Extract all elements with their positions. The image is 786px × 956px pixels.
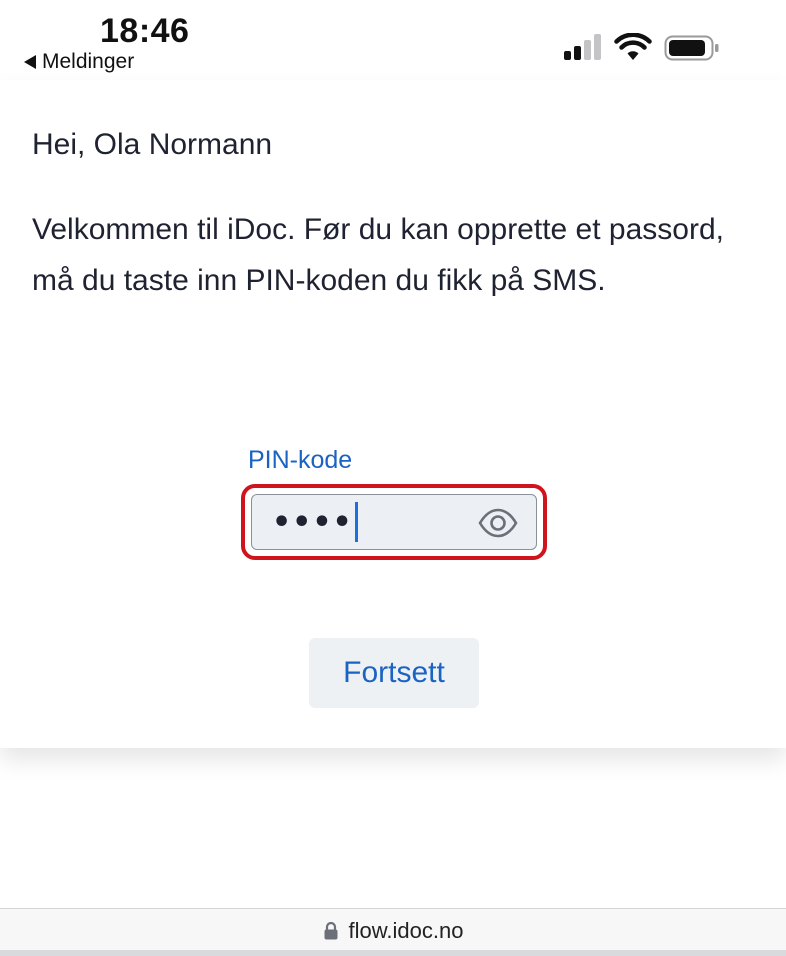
main-card: Hei, Ola Normann Velkommen til iDoc. Før… [0, 80, 786, 748]
url-text: flow.idoc.no [348, 917, 464, 943]
status-bar: 18:46 Meldinger [0, 0, 786, 80]
text-caret [354, 502, 358, 542]
eye-icon[interactable] [478, 507, 518, 539]
wifi-icon [614, 33, 652, 60]
signal-icon [564, 34, 604, 60]
pin-label: PIN-kode [248, 446, 353, 474]
pin-input[interactable]: •••• [251, 494, 537, 550]
back-to-messages-link[interactable]: Meldinger [24, 50, 134, 74]
lock-icon [324, 921, 338, 939]
continue-button[interactable]: Fortsett [309, 638, 479, 708]
status-time: 18:46 [100, 12, 190, 50]
pin-field-focus-outline: •••• [241, 484, 547, 560]
back-link-label: Meldinger [42, 50, 135, 73]
browser-url-bar[interactable]: flow.idoc.no [0, 908, 786, 952]
screen: 18:46 Meldinger Hei, Ola Normann Velkomm… [0, 0, 786, 956]
intro-text: Velkommen til iDoc. Før du kan opprette … [32, 213, 724, 297]
back-arrow-icon [24, 55, 36, 69]
pin-masked-value: •••• [272, 504, 353, 540]
battery-icon [664, 35, 719, 61]
greeting-text: Hei, Ola Normann [32, 128, 273, 161]
url-bar-bottom-edge [0, 950, 786, 956]
